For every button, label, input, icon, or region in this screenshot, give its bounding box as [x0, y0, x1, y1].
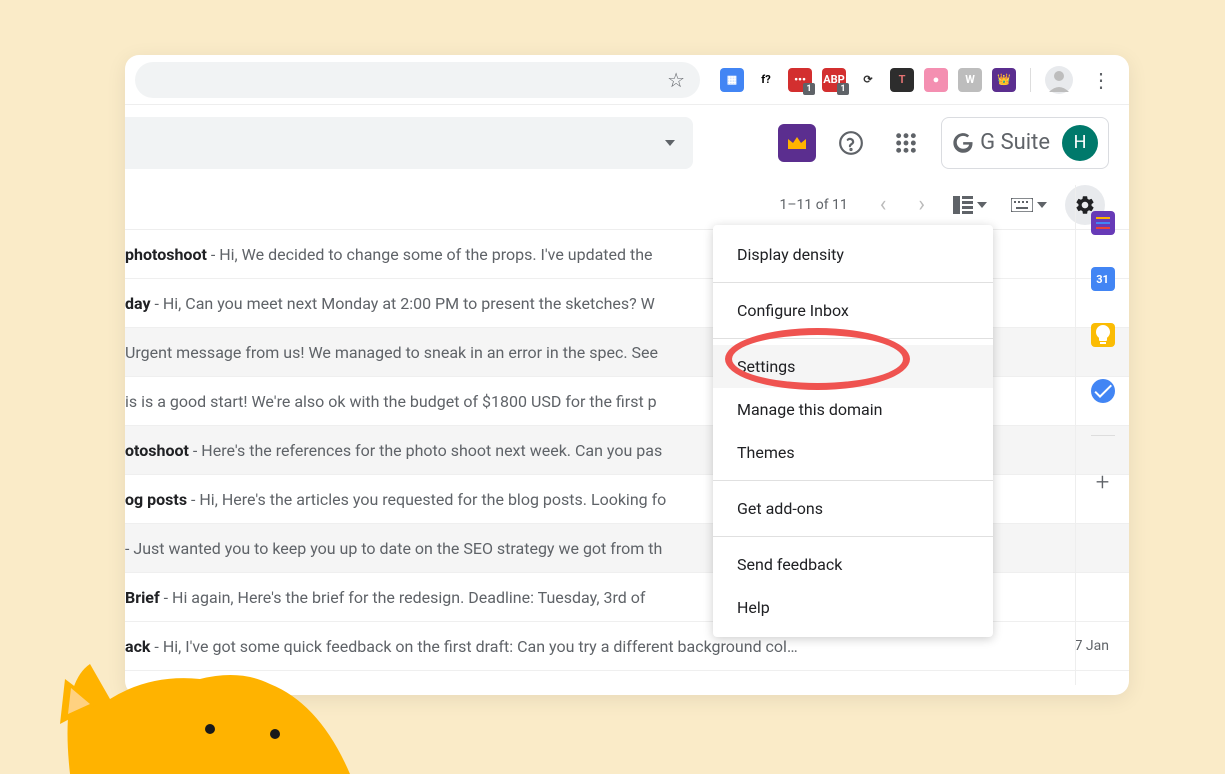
email-snippet: - Hi again, Here's the brief for the red…	[160, 588, 646, 607]
dropdown-item-send-feedback[interactable]: Send feedback	[713, 543, 993, 586]
translate-icon[interactable]: ▦	[720, 68, 744, 92]
cat-illustration	[40, 624, 360, 774]
dropdown-item-settings[interactable]: Settings	[713, 345, 993, 388]
right-sidebar: 31 +	[1075, 185, 1129, 685]
toggl-icon[interactable]: T	[890, 68, 914, 92]
dropdown-divider	[713, 536, 993, 537]
dropdown-item-themes[interactable]: Themes	[713, 431, 993, 474]
crown-app-icon[interactable]	[778, 124, 816, 162]
split-pane-icon[interactable]	[947, 196, 993, 214]
email-snippet: Urgent message from us! We managed to sn…	[125, 343, 658, 362]
dropdown-item-manage-this-domain[interactable]: Manage this domain	[713, 388, 993, 431]
help-icon[interactable]	[831, 123, 871, 163]
gsuite-label: G Suite	[952, 130, 1050, 155]
address-bar[interactable]: ☆	[135, 62, 700, 98]
search-options-caret-icon[interactable]	[665, 140, 675, 146]
apps-grid-icon[interactable]	[886, 123, 926, 163]
user-avatar[interactable]: H	[1062, 125, 1098, 161]
next-page-icon[interactable]: ›	[908, 192, 935, 217]
chrome-menu-icon[interactable]: ⋮	[1083, 68, 1119, 92]
gsuite-account[interactable]: G Suite H	[941, 117, 1109, 169]
star-icon[interactable]: ☆	[667, 68, 685, 92]
pink-icon[interactable]: ●	[924, 68, 948, 92]
email-snippet: - Just wanted you to keep you up to date…	[125, 539, 662, 558]
chrome-toolbar: ☆ ▦ f? •••1 ABP1 ⟳ T ● W 👑 ⋮	[125, 55, 1129, 105]
email-subject: Brief	[125, 588, 160, 607]
font-icon[interactable]: f?	[754, 68, 778, 92]
dropdown-item-get-add-ons[interactable]: Get add-ons	[713, 487, 993, 530]
tasks-icon[interactable]	[1091, 379, 1115, 403]
prev-page-icon[interactable]: ‹	[870, 192, 897, 217]
email-snippet: is is a good start! We're also ok with t…	[125, 392, 657, 411]
dropdown-divider	[713, 480, 993, 481]
add-addon-icon[interactable]: +	[1096, 468, 1110, 496]
dropdown-divider	[713, 282, 993, 283]
browser-window: ☆ ▦ f? •••1 ABP1 ⟳ T ● W 👑 ⋮ G Suite H	[125, 55, 1129, 695]
wave-icon[interactable]: W	[958, 68, 982, 92]
email-subject: day	[125, 294, 151, 313]
crown-ext-icon[interactable]: 👑	[992, 68, 1016, 92]
email-snippet: - Hi, Can you meet next Monday at 2:00 P…	[151, 294, 655, 313]
email-subject: photoshoot	[125, 245, 207, 264]
pagination-text: 1–11 of 11	[779, 197, 847, 213]
dropdown-divider	[713, 338, 993, 339]
email-snippet: - Here's the references for the photo sh…	[189, 441, 662, 460]
search-input[interactable]	[125, 117, 693, 169]
keep-icon[interactable]	[1091, 323, 1115, 347]
adblock-icon[interactable]: ABP1	[822, 68, 846, 92]
email-snippet: - Hi, We decided to change some of the p…	[207, 245, 653, 264]
mail-toolbar: 1–11 of 11 ‹ ›	[125, 180, 1129, 230]
sync-icon[interactable]: ⟳	[856, 68, 880, 92]
keyboard-icon[interactable]	[1005, 198, 1053, 212]
email-subject: otoshoot	[125, 441, 189, 460]
chrome-profile-avatar[interactable]	[1045, 66, 1073, 94]
dropdown-item-help[interactable]: Help	[713, 586, 993, 629]
dropdown-item-configure-inbox[interactable]: Configure Inbox	[713, 289, 993, 332]
notes-app-icon[interactable]	[1091, 211, 1115, 235]
sidebar-divider	[1091, 435, 1115, 436]
divider	[1030, 68, 1031, 92]
dropdown-item-display-density[interactable]: Display density	[713, 233, 993, 276]
email-snippet: - Hi, Here's the articles you requested …	[187, 490, 666, 509]
settings-dropdown: Display density Configure Inbox SettingsMa…	[713, 225, 993, 637]
lastpass-icon[interactable]: •••1	[788, 68, 812, 92]
email-subject: og posts	[125, 490, 187, 509]
gmail-header: G Suite H	[125, 105, 1129, 180]
calendar-icon[interactable]: 31	[1091, 267, 1115, 291]
